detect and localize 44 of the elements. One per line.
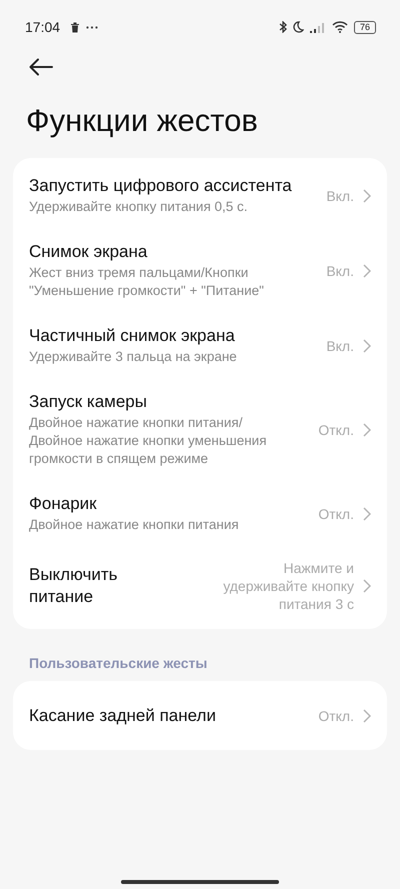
- chevron-right-icon: [363, 422, 371, 436]
- chevron-right-icon: [363, 709, 371, 723]
- item-value: Откл.: [318, 422, 354, 438]
- settings-item[interactable]: Снимок экрана Жест вниз тремя пальцами/Кнопки "Уменьшение громкости" + "Питание" Вкл.: [13, 228, 387, 312]
- settings-item[interactable]: Запустить цифрового ассистента Удерживайте кнопку питания 0,5 с. Вкл.: [13, 162, 387, 228]
- item-title: Касание задней панели: [29, 705, 217, 727]
- item-description: Жест вниз тремя пальцами/Кнопки "Уменьшение громкости" + "Питание": [29, 264, 265, 300]
- trash-icon: [70, 22, 80, 32]
- item-description: Двойное нажатие кнопки питания/ Двойное нажатие кнопки уменьшения громкости в спящем режиме: [29, 414, 268, 468]
- item-value: Вкл.: [326, 338, 354, 354]
- chevron-right-icon: [363, 506, 371, 520]
- battery-indicator: 76: [354, 20, 376, 34]
- item-value: Откл.: [318, 506, 354, 522]
- moon-icon: [292, 21, 304, 33]
- back-arrow-icon[interactable]: [29, 58, 53, 76]
- section-header: Пользовательские жесты: [29, 655, 208, 671]
- item-value: Откл.: [318, 708, 354, 724]
- item-title: Запустить цифрового ассистента: [29, 175, 293, 197]
- item-value: Вкл.: [326, 262, 354, 278]
- page-title: Функции жестов: [26, 103, 259, 139]
- chevron-right-icon: [363, 579, 371, 593]
- more-icon: [86, 26, 98, 28]
- chevron-right-icon: [363, 188, 371, 202]
- item-title: Фонарик: [29, 493, 98, 515]
- settings-item[interactable]: Частичный снимок экрана Удерживайте 3 пальца на экране Вкл.: [13, 312, 387, 378]
- settings-item[interactable]: Запуск камеры Двойное нажатие кнопки питания/ Двойное нажатие кнопки уменьшения громкости в спящем режиме Откл.: [13, 378, 387, 480]
- item-description: Удерживайте 3 пальца на экране: [29, 348, 238, 366]
- item-title: Частичный снимок экрана: [29, 325, 236, 347]
- settings-item[interactable]: Касание задней панели Откл.: [13, 685, 387, 746]
- bluetooth-icon: [278, 21, 287, 33]
- wifi-icon: [332, 21, 348, 33]
- settings-item[interactable]: Фонарик Двойное нажатие кнопки питания Откл.: [13, 480, 387, 546]
- status-time: 17:04: [25, 19, 60, 35]
- item-description: Двойное нажатие кнопки питания: [29, 516, 240, 534]
- item-value: Нажмите и удерживайте кнопку питания 3 с: [222, 559, 354, 613]
- item-title: Выключить питание: [29, 564, 118, 608]
- chevron-right-icon: [363, 338, 371, 352]
- settings-item[interactable]: Выключить питание Нажмите и удерживайте кнопку питания 3 с: [13, 546, 387, 625]
- item-title: Запуск камеры: [29, 391, 148, 413]
- signal-icon: [310, 22, 326, 32]
- item-value: Вкл.: [326, 188, 354, 204]
- item-description: Удерживайте кнопку питания 0,5 с.: [29, 198, 249, 216]
- chevron-right-icon: [363, 264, 371, 278]
- item-title: Снимок экрана: [29, 241, 148, 263]
